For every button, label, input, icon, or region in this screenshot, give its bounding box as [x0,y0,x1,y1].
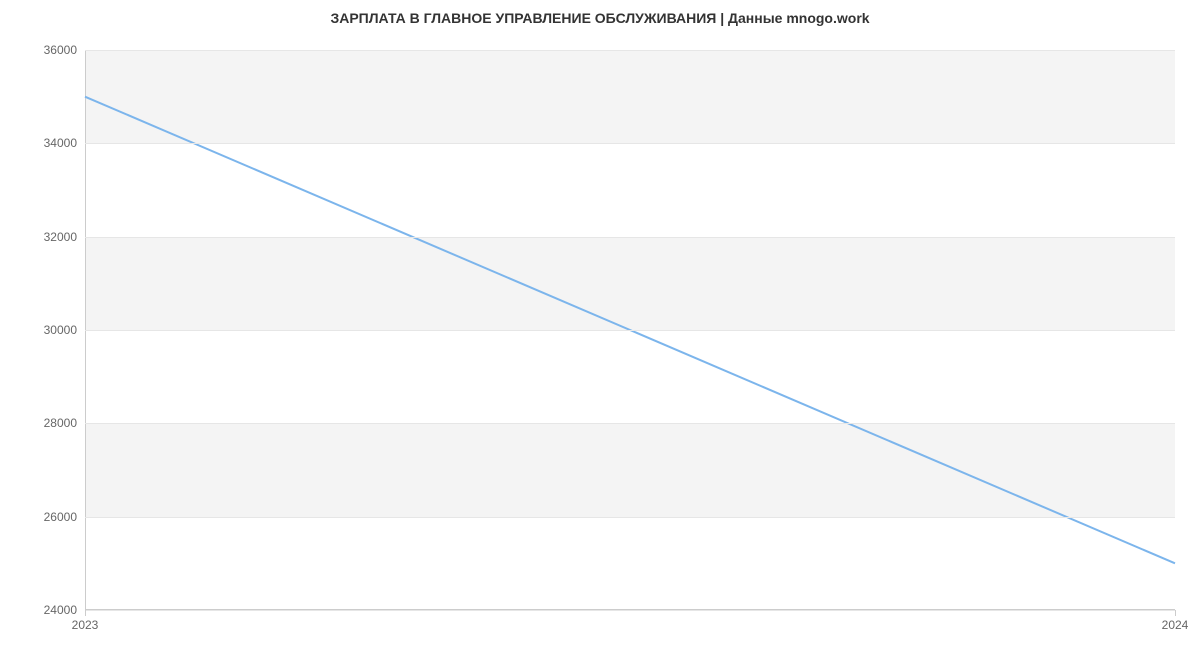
y-tick-label: 32000 [44,230,85,244]
y-gridline [85,237,1175,238]
x-tick-label: 2023 [72,610,99,632]
y-tick-label: 26000 [44,510,85,524]
y-gridline [85,423,1175,424]
y-gridline [85,330,1175,331]
plot-area: 2400026000280003000032000340003600020232… [85,50,1175,610]
y-tick-label: 30000 [44,323,85,337]
y-gridline [85,50,1175,51]
y-gridline [85,143,1175,144]
y-gridline [85,610,1175,611]
y-tick-label: 28000 [44,416,85,430]
x-tick-label: 2024 [1162,610,1189,632]
y-tick-label: 34000 [44,136,85,150]
y-gridline [85,517,1175,518]
y-tick-label: 36000 [44,43,85,57]
chart-title: ЗАРПЛАТА В ГЛАВНОЕ УПРАВЛЕНИЕ ОБСЛУЖИВАН… [0,10,1200,26]
